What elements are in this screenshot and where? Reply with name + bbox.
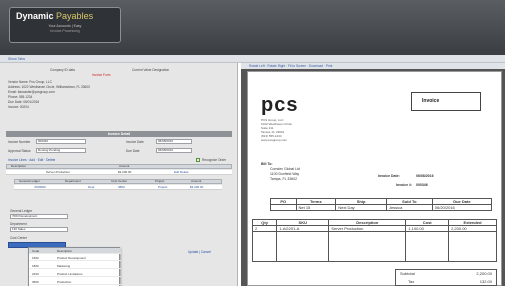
dropdown-option[interactable]: 1800 Marketing xyxy=(29,263,121,269)
document-viewer: Rotate Left · Rotate Right · Fit to Scre… xyxy=(241,63,505,286)
invoice-detail-header: Invoice Detail xyxy=(6,131,232,137)
due-date-label: Due Date xyxy=(126,149,140,153)
invoice-date-value: 06/08/2016 xyxy=(416,174,434,178)
approval-status-label: Approval Status xyxy=(8,149,31,153)
tax-value: 132.00 xyxy=(479,279,492,284)
meta-sold-to: Jessica xyxy=(385,204,433,211)
option-description: Product Development xyxy=(57,256,86,260)
dropdown-option[interactable]: 3500 Production xyxy=(29,279,121,285)
show-tabs-link[interactable]: Show Tabs xyxy=(8,57,25,61)
update-cancel-link[interactable]: Update | Cancel xyxy=(188,250,211,254)
logo-tagline: Your Accounts | Easy xyxy=(48,24,82,28)
col-project: Project xyxy=(155,179,165,183)
row-department: Dept xyxy=(88,185,95,189)
invoice-lines-link[interactable]: Invoice Lines · Add · Edit · Delete xyxy=(8,158,55,162)
invoice-number-value: 000346 xyxy=(416,183,428,187)
invoice-date-label: Invoice Date: xyxy=(378,174,400,178)
subtotal-value: 2,200.00 xyxy=(476,271,492,276)
row-amount: $2,200.00 xyxy=(118,170,132,174)
tax-label: Tax xyxy=(408,279,415,284)
invoice-line: Invoice: 00204 xyxy=(8,105,29,109)
meta-due-date: 06/20/2016 xyxy=(431,204,493,211)
bill-to-line: Tampa, FL 33602 xyxy=(270,177,298,181)
bill-to-line: Comdex Global Ltd xyxy=(270,167,300,171)
row-actions[interactable]: Edit Delete xyxy=(174,170,189,174)
invoice-lines-table: Qty SKU Description Cost Extended 2 1-AG… xyxy=(251,219,497,262)
row-description: Server Production xyxy=(46,170,71,174)
meta-terms: Net 15 xyxy=(295,204,337,211)
meta-ship: Next Day xyxy=(335,204,387,211)
bill-to-line: 1100 Dunfield Way xyxy=(270,172,300,176)
totals-box: Subtotal 2,200.00 Tax 132.00 xyxy=(395,269,497,286)
company-logo: pcs xyxy=(261,94,299,116)
gl-label: General Ledger xyxy=(10,209,33,213)
option-description: Product Limitations xyxy=(57,272,83,276)
dropdown-header: Code Description xyxy=(29,248,121,254)
cost-center-label: Cost Center xyxy=(10,236,28,240)
invoice-form-pane: Company ID data Invoice Form Current Val… xyxy=(0,63,238,286)
invoice-meta-table: PO Terms Ship Sold To Due Date Net 15 Ne… xyxy=(270,198,493,211)
due-date-line: Due Date: 06/01/2016 xyxy=(8,100,40,104)
dropdown-col-description: Description xyxy=(57,249,73,253)
vendor-line: Vendor Name: Pcs Group, LLC xyxy=(8,80,52,84)
address-line: Address: 1022 Westhaven Circle, Williams… xyxy=(8,85,90,89)
coding-grid-header: General Ledger Department Cost Center Pr… xyxy=(14,179,222,184)
meta-po xyxy=(270,204,297,211)
table-row[interactable]: 4700000 Dept 3800 Project $2,200.00 xyxy=(14,185,222,190)
due-date-field[interactable]: 06/08/2016 xyxy=(156,148,192,153)
subtotal-label: Subtotal xyxy=(400,271,415,276)
invoice-document: pcs PCS Group, LLC 1022 Westhaven Circle… xyxy=(247,71,502,286)
logo-title: Dynamic Payables xyxy=(16,11,94,21)
approval-status-select[interactable]: Routing Pending xyxy=(36,148,86,153)
invoice-date-label: Invoice Date xyxy=(126,140,144,144)
col-cost-center: Cost Center xyxy=(111,179,128,183)
col-description: Description xyxy=(11,164,27,168)
option-description: Production xyxy=(57,280,72,284)
row-project: Project xyxy=(158,185,168,189)
row-coding-amount: $2,200.00 xyxy=(190,185,204,189)
option-description: Marketing xyxy=(57,264,71,268)
invoice-title: Invoice xyxy=(422,98,440,104)
invoice-title-box: Invoice xyxy=(411,92,481,111)
phone-line: Phone: 555.1234 xyxy=(8,95,33,99)
company-line: www.pcsgroup.com xyxy=(261,138,288,142)
invoice-number-label: Invoice Number xyxy=(8,140,31,144)
email-line: Email: tlancaster@pcsgroup.com xyxy=(8,90,55,94)
department-label: Department xyxy=(10,222,27,226)
col-coding-amount: Amount xyxy=(191,179,202,183)
dropdown-col-code: Code xyxy=(32,249,40,253)
invoice-date-field[interactable]: 06/08/2016 xyxy=(156,139,192,144)
row-cost-center: 3800 xyxy=(118,185,125,189)
invoice-number-field[interactable]: 000346 xyxy=(36,139,86,144)
app-logo: Dynamic Payables Your Accounts | Easy In… xyxy=(9,7,121,43)
row-gl: 4700000 xyxy=(34,185,46,189)
dropdown-option[interactable]: 2100 Product Limitations xyxy=(29,271,121,277)
company-id-label: Company ID data xyxy=(50,68,75,72)
table-row[interactable]: Server Production $2,200.00 Edit Delete xyxy=(6,170,232,175)
sub-toolbar: Show Tabs xyxy=(0,55,505,63)
current-value-label: Current Value Designation xyxy=(132,68,170,72)
option-code: 1800 xyxy=(32,264,39,268)
cost-center-dropdown: Code Description 1600 Product Developmen… xyxy=(28,247,121,286)
option-code: 3500 xyxy=(32,280,39,284)
col-department: Department xyxy=(65,179,81,183)
option-code: 1600 xyxy=(32,256,39,260)
option-code: 2100 xyxy=(32,272,39,276)
app-header: Dynamic Payables Your Accounts | Easy In… xyxy=(0,0,505,55)
company-id-value: Invoice Form xyxy=(92,73,111,77)
recognize-order-checkbox[interactable] xyxy=(196,158,200,162)
recognize-order-label: Recognize Order xyxy=(202,158,227,162)
department-select[interactable]: 130 Sales xyxy=(10,227,68,232)
col-amount: Amount xyxy=(119,164,130,168)
gl-select[interactable]: 7003 Development xyxy=(10,214,68,219)
logo-tagline-secondary: Invoice Processing xyxy=(50,29,80,33)
lines-grid-header: Description Amount xyxy=(6,164,232,169)
col-gl: General Ledger xyxy=(19,179,40,183)
invoice-number-label: Invoice #: xyxy=(396,183,413,187)
dropdown-option[interactable]: 1600 Product Development xyxy=(29,255,121,261)
bill-to-label: Bill To: xyxy=(261,162,273,166)
viewer-toolbar[interactable]: Rotate Left · Rotate Right · Fit to Scre… xyxy=(241,63,505,69)
